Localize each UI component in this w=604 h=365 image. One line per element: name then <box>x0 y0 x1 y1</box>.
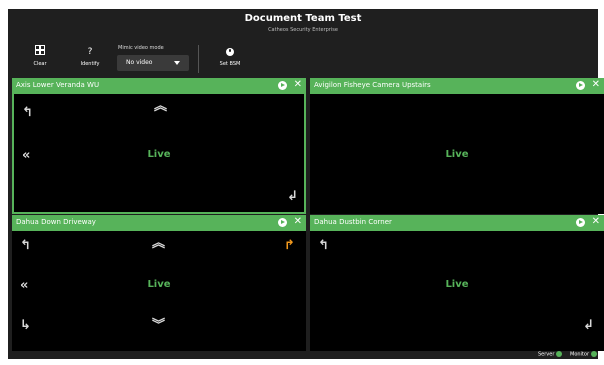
question-icon: ? <box>87 47 93 57</box>
panel-header: Dahua Dustbin Corner ✕ <box>310 215 604 231</box>
clear-label: Clear <box>33 61 47 67</box>
set-bsm-label: Set BSM <box>219 61 241 67</box>
monitor-label: Monitor <box>570 351 590 358</box>
camera-panel-dahua-down-driveway[interactable]: Dahua Down Driveway ✕ ↰ ︽ ↱ « ↳ ︾ Live <box>12 215 306 351</box>
tilt-up-icon[interactable]: ︽ <box>152 237 165 251</box>
pan-down-left-icon[interactable]: ↳ <box>20 319 31 333</box>
pan-down-right-icon[interactable]: ↲ <box>287 190 298 204</box>
pan-up-left-icon[interactable]: ↰ <box>20 239 31 253</box>
mimic-video-mode-select[interactable]: No video <box>117 55 189 71</box>
panel-title: Dahua Dustbin Corner <box>314 218 392 226</box>
identify-label: Identify <box>80 61 100 67</box>
camera-panel-avigilon-fisheye[interactable]: Avigilon Fisheye Camera Upstairs ✕ Live <box>310 78 604 214</box>
app-window: Document Team Test Catheos Security Ente… <box>8 9 604 359</box>
live-status: Live <box>147 149 171 160</box>
camera-panel-dahua-dustbin-corner[interactable]: Dahua Dustbin Corner ✕ ↰ ↲ Live <box>310 215 604 351</box>
monitor-status-dot <box>591 351 598 357</box>
chevron-down-icon <box>174 61 180 65</box>
header: Document Team Test Catheos Security Ente… <box>8 9 598 39</box>
panel-header: Axis Lower Veranda WU ✕ <box>12 78 306 94</box>
play-icon[interactable] <box>576 218 585 227</box>
close-icon[interactable]: ✕ <box>592 216 600 228</box>
panel-header: Dahua Down Driveway ✕ <box>12 215 306 231</box>
close-icon[interactable]: ✕ <box>294 79 302 91</box>
live-status: Live <box>445 279 469 290</box>
toolbar-divider <box>198 45 199 73</box>
close-icon[interactable]: ✕ <box>592 79 600 91</box>
play-icon[interactable] <box>278 218 287 227</box>
server-status-dot <box>556 351 563 357</box>
close-icon[interactable]: ✕ <box>294 216 302 228</box>
video-view[interactable]: ↰ ↲ Live <box>310 231 604 351</box>
panel-header: Avigilon Fisheye Camera Upstairs ✕ <box>310 78 604 94</box>
camera-panel-axis-lower-veranda[interactable]: Axis Lower Veranda WU ✕ ↰ ︽ « ↲ Live <box>12 78 306 214</box>
video-view[interactable]: ↰ ︽ ↱ « ↳ ︾ Live <box>12 231 306 351</box>
grid-icon <box>20 45 60 59</box>
pan-up-left-icon[interactable]: ↰ <box>22 106 33 120</box>
play-icon[interactable] <box>278 81 287 90</box>
panel-title: Avigilon Fisheye Camera Upstairs <box>314 81 431 89</box>
live-status: Live <box>147 279 171 290</box>
server-status: Server <box>538 351 563 358</box>
monitor-status: Monitor <box>570 351 598 358</box>
toolbar: Clear ? Identify <box>8 41 598 77</box>
mimic-video-mode-value: No video <box>126 59 153 66</box>
pan-up-right-icon[interactable]: ↱ <box>284 239 295 253</box>
page-title: Document Team Test <box>244 13 362 24</box>
live-status: Live <box>445 149 469 160</box>
clear-button[interactable]: Clear <box>20 45 60 67</box>
panel-title: Dahua Down Driveway <box>16 218 96 226</box>
tilt-down-icon[interactable]: ︾ <box>152 319 165 333</box>
panel-title: Axis Lower Veranda WU <box>16 81 100 89</box>
video-view[interactable]: Live <box>310 94 604 214</box>
pan-up-left-icon[interactable]: ↰ <box>318 239 329 253</box>
mimic-video-mode-label: Mimic video mode <box>118 45 164 51</box>
video-view[interactable]: ↰ ︽ « ↲ Live <box>12 94 306 214</box>
tilt-up-icon[interactable]: ︽ <box>154 100 167 114</box>
pan-down-right-icon[interactable]: ↲ <box>583 319 594 333</box>
server-label: Server <box>538 351 555 358</box>
status-bar: Server Monitor <box>8 351 598 359</box>
page-subtitle: Catheos Security Enterprise <box>268 27 338 33</box>
identify-button[interactable]: ? Identify <box>70 45 110 67</box>
set-bsm-button[interactable]: Set BSM <box>210 45 250 67</box>
info-icon <box>210 45 250 59</box>
play-icon[interactable] <box>576 81 585 90</box>
